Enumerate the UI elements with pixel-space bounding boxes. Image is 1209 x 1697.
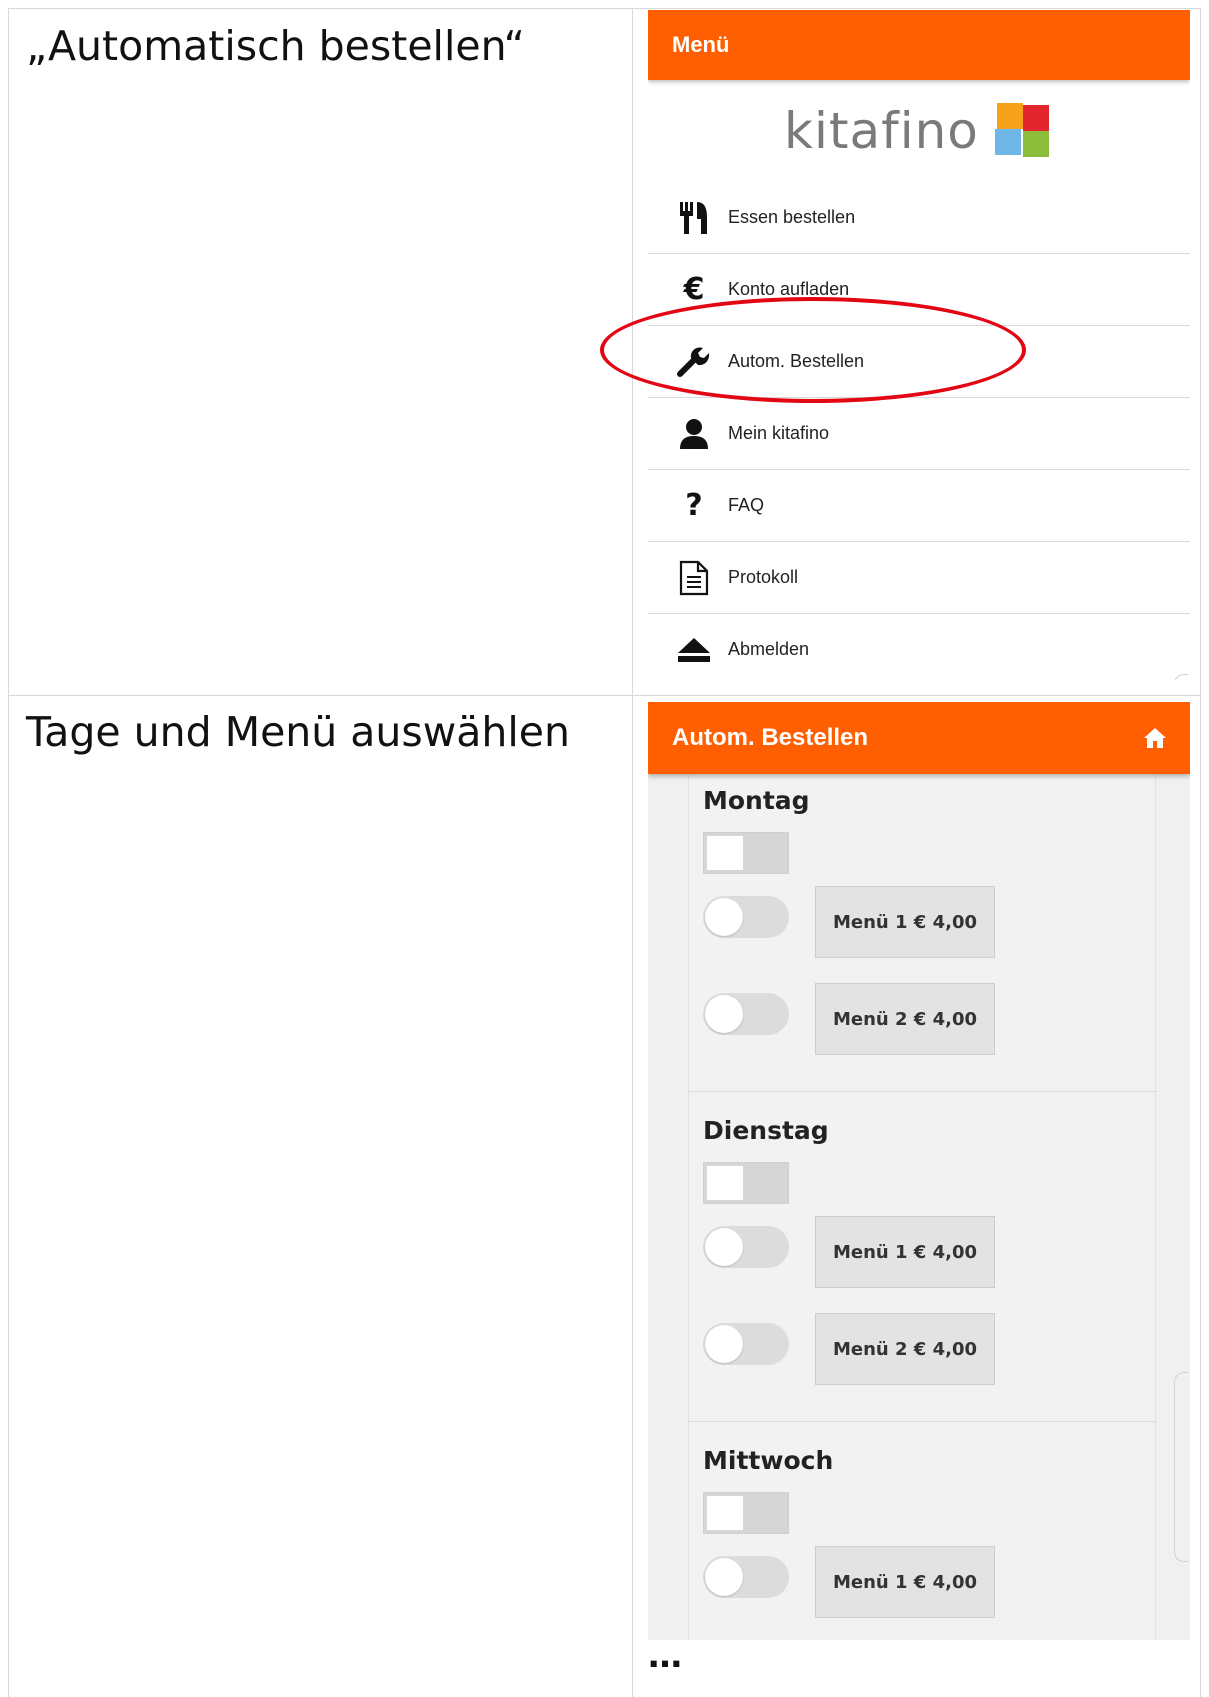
- menu-header: Menü: [648, 10, 1190, 80]
- table-column-divider: [632, 8, 633, 1697]
- menu-toggle-switch[interactable]: [703, 896, 789, 938]
- autom-bestellen-screenshot: Autom. Bestellen Montag Menü 1 € 4,00 Me…: [648, 702, 1190, 1640]
- menu-item-essen-bestellen[interactable]: Essen bestellen: [648, 182, 1190, 254]
- document-icon: [676, 560, 712, 596]
- menu-item-label: Mein kitafino: [728, 423, 830, 443]
- menu-option: Menü 2 € 4,00: [703, 1313, 1003, 1385]
- menu-item-protokoll[interactable]: Protokoll: [648, 542, 1190, 614]
- cutlery-icon: [676, 200, 712, 236]
- menu-option-button[interactable]: Menü 2 € 4,00: [815, 983, 995, 1055]
- logo-cross-icon: [993, 101, 1053, 161]
- caption-tage-und-menue: Tage und Menü auswählen: [26, 708, 571, 756]
- euro-icon: €: [683, 272, 705, 307]
- weekday-panel: Montag Menü 1 € 4,00 Menü 2 € 4,00 Diens…: [688, 774, 1157, 1640]
- menu-option: Menü 1 € 4,00: [703, 886, 1003, 958]
- wrench-icon: [676, 344, 712, 380]
- home-icon[interactable]: [1142, 725, 1168, 751]
- menu-item-label: FAQ: [728, 495, 765, 515]
- menu-item-label: Konto aufladen: [728, 279, 850, 299]
- day-divider: [689, 1091, 1157, 1092]
- autom-bestellen-header: Autom. Bestellen: [648, 702, 1190, 774]
- menu-toggle-switch[interactable]: [703, 1226, 789, 1268]
- kitafino-logo: kitafino: [784, 96, 1053, 166]
- menu-item-konto-aufladen[interactable]: € Konto aufladen: [648, 254, 1190, 326]
- autom-bestellen-title: Autom. Bestellen: [672, 724, 869, 751]
- day-checkbox[interactable]: [703, 832, 789, 874]
- menu-item-mein-kitafino[interactable]: Mein kitafino: [648, 398, 1190, 470]
- menu-option-button[interactable]: Menü 1 € 4,00: [815, 886, 995, 958]
- menu-toggle-switch[interactable]: [703, 1323, 789, 1365]
- table-border-top: [8, 8, 1201, 9]
- menu-option-button[interactable]: Menü 1 € 4,00: [815, 1546, 995, 1618]
- table-row-divider: [8, 695, 1201, 696]
- logo-text: kitafino: [784, 102, 979, 160]
- menu-option-button[interactable]: Menü 1 € 4,00: [815, 1216, 995, 1288]
- menu-item-faq[interactable]: ? FAQ: [648, 470, 1190, 542]
- caption-automatisch-bestellen: „Automatisch bestellen“: [26, 22, 525, 70]
- menu-toggle-switch[interactable]: [703, 1556, 789, 1598]
- menu-item-abmelden[interactable]: Abmelden: [648, 614, 1190, 680]
- menu-item-label: Abmelden: [728, 639, 810, 659]
- question-icon: ?: [685, 488, 703, 523]
- menu-option: Menü 1 € 4,00: [703, 1216, 1003, 1288]
- menu-option: Menü 1 € 4,00: [703, 1546, 1003, 1618]
- eject-icon: [676, 632, 712, 668]
- table-border-left: [8, 8, 9, 1697]
- scroll-edge-indicator: [1174, 1372, 1188, 1562]
- menu-item-label: Autom. Bestellen: [728, 351, 865, 371]
- menu-item-autom-bestellen[interactable]: Autom. Bestellen: [648, 326, 1190, 398]
- menu-item-label: Protokoll: [728, 567, 799, 587]
- menu-header-title: Menü: [672, 32, 730, 57]
- day-title: Montag: [703, 786, 810, 815]
- menu-option: Menü 2 € 4,00: [703, 983, 1003, 1055]
- day-divider: [689, 1421, 1157, 1422]
- day-checkbox[interactable]: [703, 1492, 789, 1534]
- day-title: Dienstag: [703, 1116, 829, 1145]
- menu-toggle-switch[interactable]: [703, 993, 789, 1035]
- menu-list: Essen bestellen € Konto aufladen Autom. …: [648, 182, 1190, 680]
- menu-item-label: Essen bestellen: [728, 207, 856, 227]
- user-icon: [676, 416, 712, 452]
- menu-option-button[interactable]: Menü 2 € 4,00: [815, 1313, 995, 1385]
- day-checkbox[interactable]: [703, 1162, 789, 1204]
- continuation-ellipsis: …: [648, 1636, 682, 1676]
- table-border-right: [1200, 8, 1201, 1697]
- day-title: Mittwoch: [703, 1446, 834, 1475]
- menu-screenshot: Menü kitafino Essen bestellen € Konto au…: [648, 10, 1190, 680]
